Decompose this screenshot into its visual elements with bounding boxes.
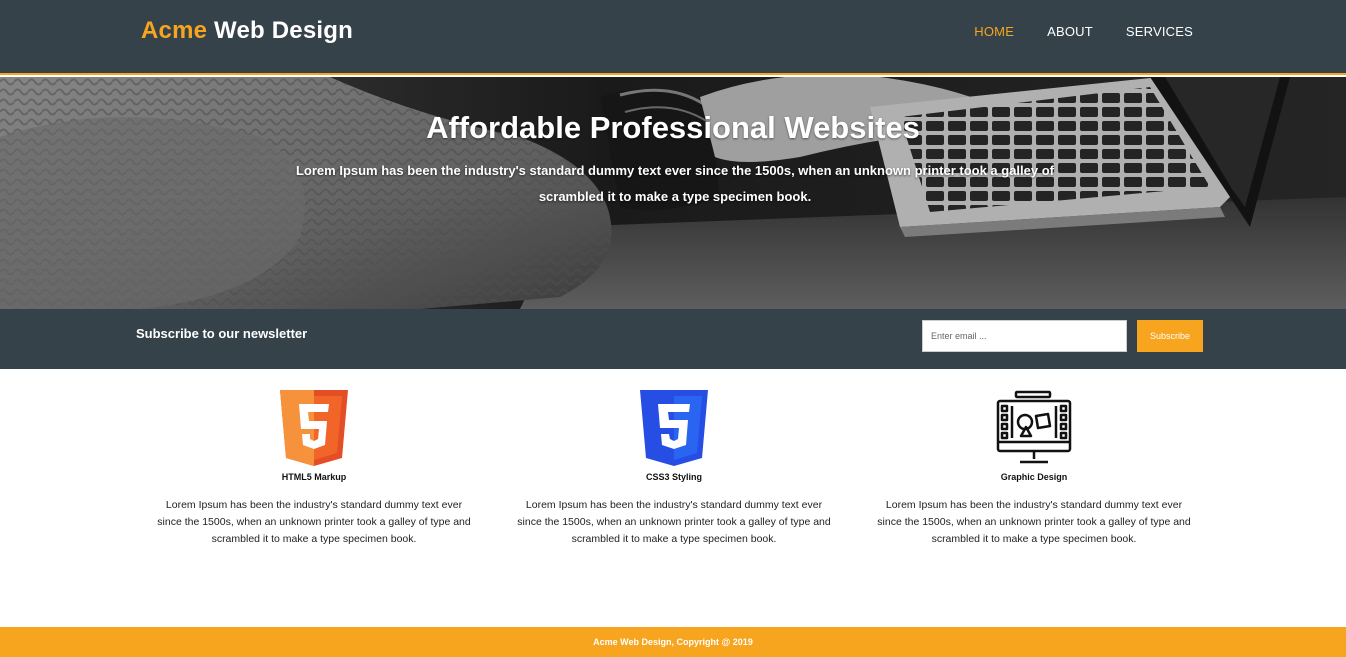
feature-box-html5: HTML5 Markup Lorem Ipsum has been the in…: [149, 390, 479, 548]
feature-title: CSS3 Styling: [645, 472, 702, 482]
newsletter-bar: Subscribe to our newsletter Subscribe: [0, 309, 1346, 369]
nav-services-link[interactable]: SERVICES: [1126, 24, 1193, 39]
hero-title: Affordable Professional Websites: [426, 110, 920, 145]
html5-icon: [280, 390, 348, 466]
brand-logo[interactable]: Acme Web Design: [141, 17, 353, 45]
newsletter-title: Subscribe to our newsletter: [136, 326, 308, 341]
subscribe-button[interactable]: Subscribe: [1137, 320, 1203, 352]
feature-text: Lorem Ipsum has been the industry's stan…: [877, 499, 1191, 545]
feature-text: Lorem Ipsum has been the industry's stan…: [157, 499, 471, 545]
brand-rest: Web Design: [207, 17, 353, 44]
feature-title: HTML5 Markup: [281, 472, 347, 482]
nav-about-link[interactable]: ABOUT: [1047, 24, 1093, 39]
email-input[interactable]: [922, 320, 1127, 352]
css3-icon: [640, 390, 708, 466]
hero-description: Lorem Ipsum has been the industry's stan…: [295, 163, 1054, 204]
site-footer: Acme Web Design, Copyright @ 2019: [0, 627, 1346, 657]
brand-highlight: Acme: [141, 17, 208, 44]
nav-home-link[interactable]: HOME: [974, 24, 1014, 39]
main-nav: HOME ABOUT SERVICES: [974, 24, 1193, 39]
graphic-design-icon: [996, 390, 1072, 464]
feature-box-css3: CSS3 Styling Lorem Ipsum has been the in…: [509, 390, 839, 548]
feature-title: Graphic Design: [1000, 472, 1068, 482]
feature-box-graphic-design: Graphic Design Lorem Ipsum has been the …: [869, 390, 1199, 548]
feature-text: Lorem Ipsum has been the industry's stan…: [517, 499, 831, 545]
site-header: Acme Web Design HOME ABOUT SERVICES: [0, 0, 1346, 75]
footer-copyright: Acme Web Design, Copyright @ 2019: [593, 637, 753, 647]
hero-showcase: Affordable Professional Websites Lorem I…: [0, 77, 1346, 309]
